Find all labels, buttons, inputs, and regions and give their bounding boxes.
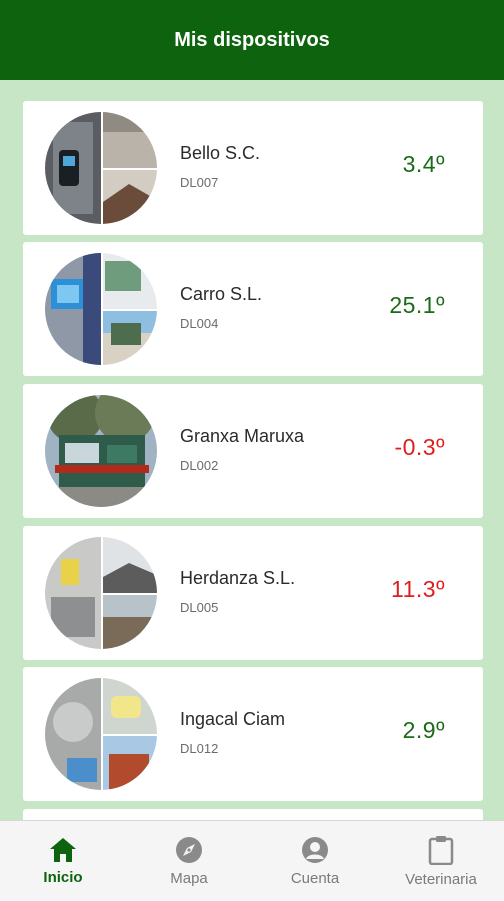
nav-label: Veterinaria	[405, 870, 477, 888]
bottom-navigation: Inicio Mapa Cuenta Veterinaria	[0, 820, 504, 901]
nav-item-veterinaria[interactable]: Veterinaria	[378, 821, 504, 901]
device-card[interactable]: Bello S.C. DL007 3.4º	[23, 101, 483, 235]
home-icon	[50, 837, 76, 862]
device-photo	[45, 395, 157, 507]
device-photo	[45, 112, 157, 224]
device-code: DL004	[180, 316, 219, 331]
device-photo	[45, 253, 157, 365]
device-card[interactable]: Granxa Maruxa DL002 -0.3º	[23, 384, 483, 518]
device-name: Herdanza S.L.	[180, 568, 296, 588]
device-list[interactable]: Bello S.C. DL007 3.4º Carro S.L. DL004 2…	[0, 80, 504, 820]
device-card[interactable]	[23, 809, 483, 820]
app-header: Mis dispositivos	[0, 0, 504, 80]
device-temperature: -0.3º	[394, 434, 445, 460]
page-title: Mis dispositivos	[174, 28, 330, 51]
device-name: Carro S.L.	[180, 284, 263, 304]
device-temperature: 3.4º	[402, 151, 445, 177]
clipboard-icon	[428, 835, 454, 865]
device-code: DL012	[180, 741, 219, 756]
device-temperature: 25.1º	[389, 292, 445, 318]
device-card[interactable]: Herdanza S.L. DL005 11.3º	[23, 526, 483, 660]
device-code: DL002	[180, 458, 219, 473]
device-temperature: 11.3º	[391, 576, 445, 602]
device-name: Granxa Maruxa	[180, 426, 305, 446]
device-name: Bello S.C.	[180, 143, 261, 163]
compass-icon	[176, 836, 202, 863]
device-card[interactable]: Ingacal Ciam DL012 2.9º	[23, 667, 483, 801]
nav-item-inicio[interactable]: Inicio	[0, 821, 126, 901]
nav-item-mapa[interactable]: Mapa	[126, 821, 252, 901]
device-code: DL007	[180, 175, 219, 190]
nav-item-cuenta[interactable]: Cuenta	[252, 821, 378, 901]
device-card[interactable]: Carro S.L. DL004 25.1º	[23, 242, 483, 376]
account-icon	[302, 836, 328, 863]
device-photo	[45, 678, 157, 790]
nav-label: Inicio	[43, 868, 83, 886]
device-temperature: 2.9º	[402, 717, 445, 743]
device-photo	[45, 537, 157, 649]
device-name: Ingacal Ciam	[180, 709, 286, 729]
nav-label: Cuenta	[290, 869, 340, 887]
nav-label: Mapa	[170, 869, 208, 887]
device-code: DL005	[180, 600, 219, 615]
